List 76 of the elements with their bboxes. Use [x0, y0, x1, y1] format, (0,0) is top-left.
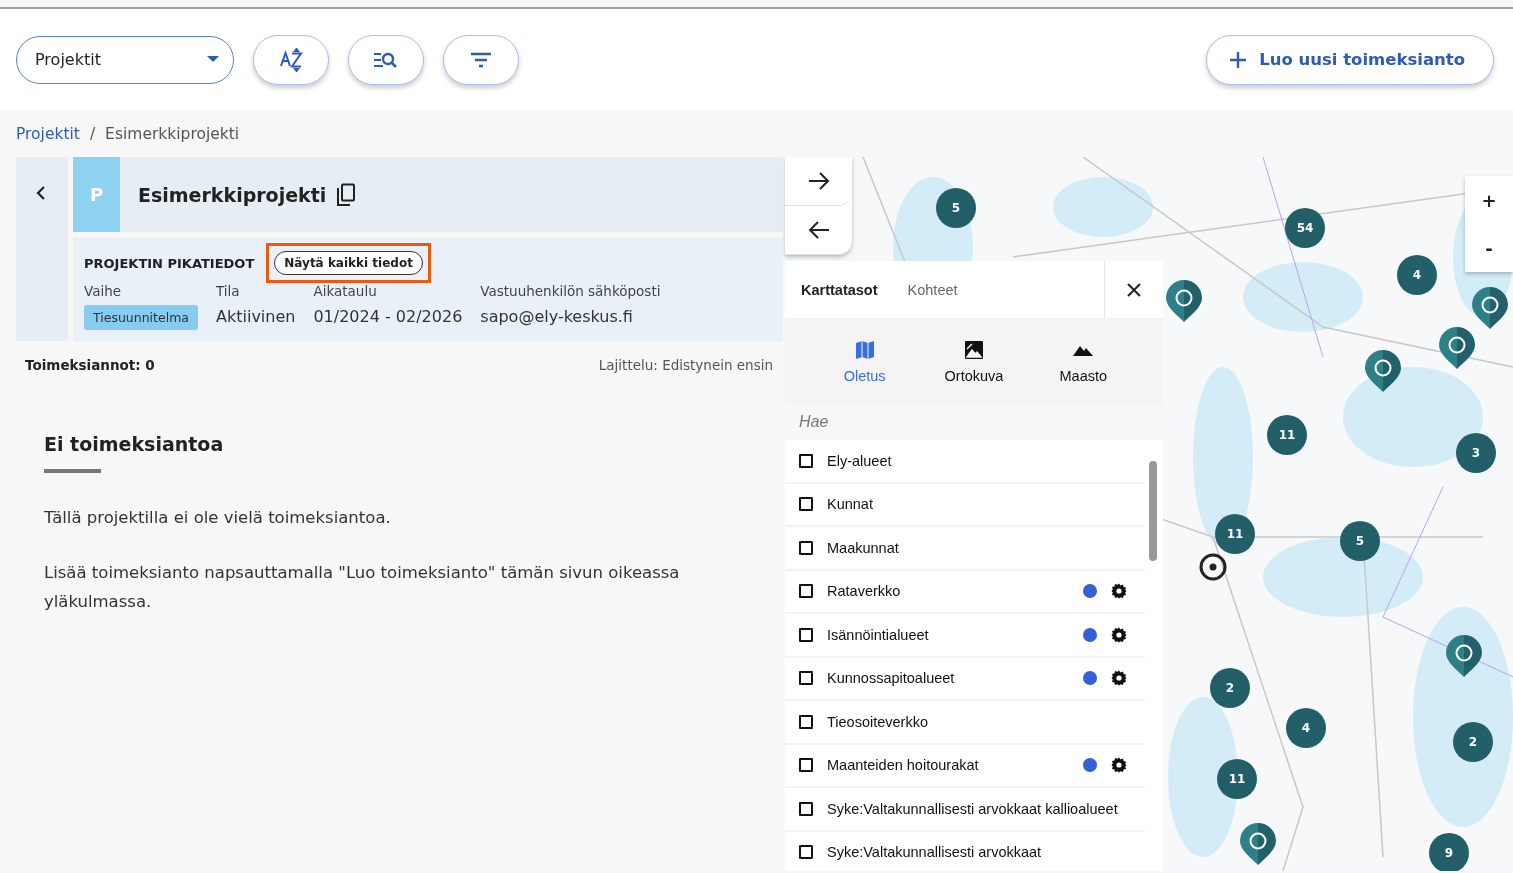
assignment-count: Toimeksiannot: 0 [25, 357, 155, 373]
layer-label: Rataverkko [827, 583, 902, 600]
layer-label: Isännöintialueet [827, 626, 930, 643]
project-avatar: P [73, 157, 120, 232]
field-label: Tila [216, 283, 241, 299]
search-list-button[interactable] [348, 34, 424, 85]
settings-icon[interactable] [1111, 626, 1127, 643]
phase-chip: Tiesuunnitelma [84, 305, 198, 330]
copy-icon[interactable] [336, 182, 357, 207]
layer-label: Kunnossapitoalueet [827, 670, 956, 687]
quick-info-title: PROJEKTIN PIKATIEDOT [84, 255, 255, 271]
settings-icon[interactable] [1111, 670, 1127, 687]
create-assignment-button[interactable]: Luo uusi toimeksianto [1206, 34, 1494, 85]
project-title: Esimerkkiprojekti [138, 183, 327, 206]
sort-az-icon [278, 47, 304, 72]
breadcrumb-link[interactable]: Projektit [16, 124, 80, 143]
panel-tab[interactable]: Kohteet [897, 275, 968, 304]
map-pin-icon[interactable] [1445, 634, 1483, 678]
checkbox[interactable] [799, 714, 813, 729]
checkbox[interactable] [799, 540, 813, 555]
layer-label: Ely-alueet [827, 452, 893, 469]
empty-message: Lisää toimeksianto napsauttamalla "Luo toimeksianto" tämän sivun oikeassa yläkulmassa. [44, 562, 681, 613]
map-pin-icon[interactable] [1239, 822, 1277, 866]
checkbox[interactable] [799, 801, 813, 816]
breadcrumb-current: Esimerkkiprojekti [105, 124, 240, 143]
caret-icon [207, 56, 219, 63]
basemap-option[interactable]: Maasto [1038, 319, 1129, 404]
map-pin-icon[interactable] [1364, 349, 1402, 393]
back-arrow-button[interactable] [785, 206, 852, 255]
basemap-option[interactable]: Oletus [819, 319, 910, 404]
layer-label: Syke:Valtakunnallisesti arvokkaat [827, 844, 1043, 861]
field-value: Aktiivinen [216, 306, 296, 326]
field-label: Vaihe [84, 283, 123, 299]
close-icon [1126, 281, 1142, 298]
scrollbar[interactable] [1149, 461, 1157, 561]
zoom-in-button[interactable]: + [1465, 176, 1513, 224]
panel-tab[interactable]: Karttatasot [791, 275, 888, 304]
empty-title: Ei toimeksiantoa [44, 433, 225, 455]
location-marker-icon [1198, 552, 1228, 582]
settings-icon[interactable] [1111, 583, 1127, 600]
field-label: Vastuuhenkilön sähköposti [480, 283, 661, 299]
layer-label: Tieosoiteverkko [827, 713, 929, 730]
layer-label: Syke:Valtakunnallisesti arvokkaat kallioalueet [827, 800, 1119, 817]
checkbox[interactable] [799, 845, 813, 860]
map-icon [854, 339, 875, 360]
checkbox[interactable] [799, 453, 813, 468]
zoom-out-button[interactable]: - [1465, 224, 1513, 272]
arrow-left-icon [807, 221, 830, 239]
checkbox[interactable] [799, 497, 813, 512]
chevron-left-icon [36, 185, 46, 201]
arrow-right-icon [807, 172, 830, 190]
map-pin-icon[interactable] [1471, 286, 1509, 330]
checkbox[interactable] [799, 584, 813, 599]
plus-icon [1229, 50, 1248, 69]
image-icon [964, 339, 984, 360]
forward-button[interactable] [785, 157, 852, 206]
empty-message: Tällä projektilla ei ole vielä toimeksiantoa. [44, 507, 392, 529]
title-underline [44, 469, 101, 473]
map-pin-icon[interactable] [1438, 326, 1476, 370]
layer-label: Maanteiden hoitourakat [827, 757, 980, 774]
breadcrumb-separator: / [89, 124, 96, 143]
sort-button[interactable] [253, 34, 329, 85]
filter-icon [470, 51, 492, 68]
basemap-option[interactable]: Ortokuva [929, 319, 1019, 404]
settings-icon[interactable] [1111, 757, 1127, 774]
show-all-button[interactable]: Näytä kaikki tiedot [274, 251, 423, 275]
map-pin-icon[interactable] [1165, 279, 1203, 323]
field-value: 01/2024 - 02/2026 [313, 306, 463, 326]
field-label: Aikataulu [313, 283, 378, 299]
checkbox[interactable] [799, 627, 813, 642]
layer-label: Kunnat [827, 496, 874, 513]
layer-label: Maakunnat [827, 539, 900, 556]
field-value: sapo@ely-keskus.fi [480, 306, 634, 326]
sort-label: Lajittelu: Edistynein ensin [598, 357, 773, 373]
checkbox[interactable] [799, 671, 813, 686]
checkbox[interactable] [799, 758, 813, 773]
